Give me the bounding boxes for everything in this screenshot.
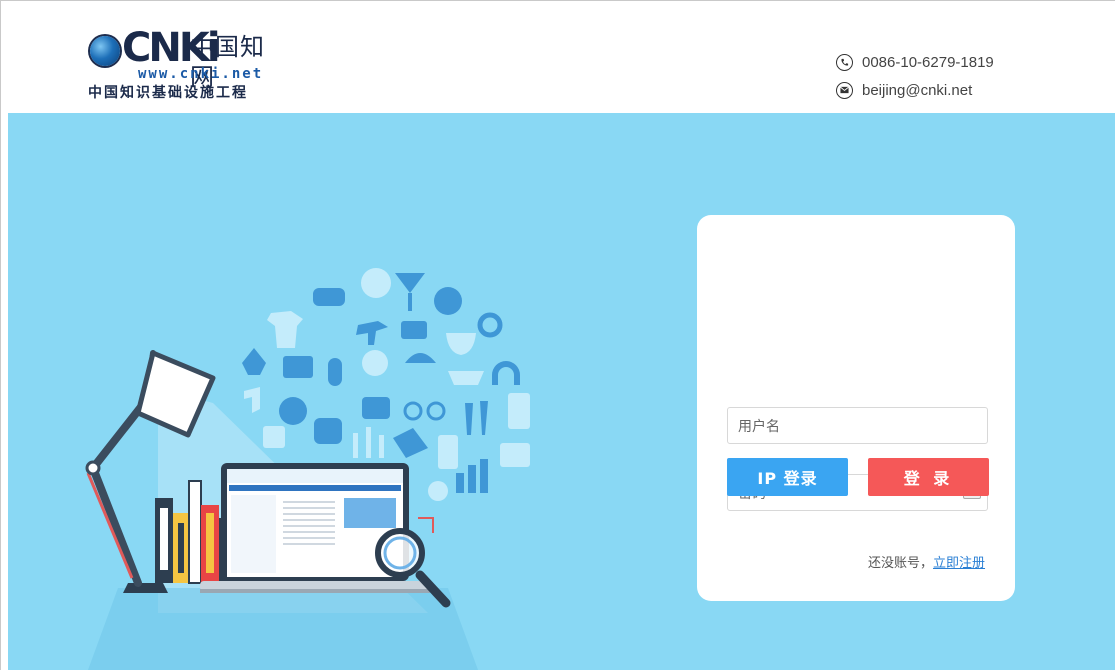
camera-icon xyxy=(401,321,427,339)
logo-slogan: 中国知识基础设施工程 xyxy=(88,85,248,101)
ip-login-button[interactable]: IP 登录 xyxy=(727,458,848,496)
sofa-icon xyxy=(314,418,342,444)
contact-phone-row: 0086-10-6279-1819 xyxy=(836,48,994,76)
globe-outline-icon xyxy=(434,287,462,315)
contact-info: 0086-10-6279-1819 beijing@cnki.net xyxy=(836,48,994,104)
contact-phone: 0086-10-6279-1819 xyxy=(862,53,994,71)
cnki-logo[interactable]: CNKi 中国知网 www.cnki.net 中国知识基础设施工程 xyxy=(86,26,286,108)
login-button[interactable]: 登 录 xyxy=(868,458,989,496)
logo-chinese-name: 中国知网 xyxy=(190,33,265,91)
pc-tower-icon xyxy=(508,393,530,429)
umbrella-icon xyxy=(405,353,436,363)
cocktail-icon xyxy=(395,273,425,311)
bar-chart-icon xyxy=(456,459,488,493)
gear-icon xyxy=(362,350,388,376)
phone-device-icon xyxy=(438,435,458,469)
username-field[interactable] xyxy=(727,407,988,444)
banner-illustration xyxy=(85,268,530,670)
clover-icon xyxy=(361,268,391,298)
thumbs-up-icon xyxy=(393,428,428,458)
register-link[interactable]: 立即注册 xyxy=(933,556,985,571)
site-header: CNKi 中国知网 www.cnki.net 中国知识基础设施工程 0086-1… xyxy=(8,8,1115,113)
tshirt-icon xyxy=(267,311,303,348)
coffee-cup-icon xyxy=(446,333,476,355)
headphones-icon xyxy=(492,361,520,385)
tv-icon xyxy=(283,356,313,378)
leaf-icon xyxy=(242,348,266,375)
username-input[interactable] xyxy=(728,408,948,443)
music-note-icon xyxy=(244,387,260,413)
login-card xyxy=(697,215,1015,601)
cutlery-icon xyxy=(465,401,488,435)
microphone-icon xyxy=(328,358,342,386)
globe-icon xyxy=(90,36,120,66)
phone-icon xyxy=(836,53,853,71)
contact-email-row: beijing@cnki.net xyxy=(836,76,994,104)
login-banner xyxy=(8,113,1115,670)
equalizer-icon xyxy=(353,427,384,458)
photo-icon xyxy=(263,426,285,448)
ship-icon xyxy=(448,371,484,385)
airplane-icon xyxy=(356,321,388,345)
no-account-text: 还没账号， xyxy=(868,556,934,571)
monitor-icon xyxy=(500,443,530,467)
basketball-icon xyxy=(279,397,307,425)
mail-icon xyxy=(836,81,853,99)
zoom-search-icon xyxy=(477,312,503,338)
magnifier-small-icon xyxy=(428,481,448,501)
bicycle-icon xyxy=(403,401,423,421)
radio-icon xyxy=(362,397,390,419)
car-icon xyxy=(313,288,345,306)
register-prompt: 还没账号，立即注册 xyxy=(868,552,985,571)
logo-website: www.cnki.net xyxy=(138,66,264,82)
desk-shadow xyxy=(88,588,478,670)
contact-email[interactable]: beijing@cnki.net xyxy=(862,82,972,99)
